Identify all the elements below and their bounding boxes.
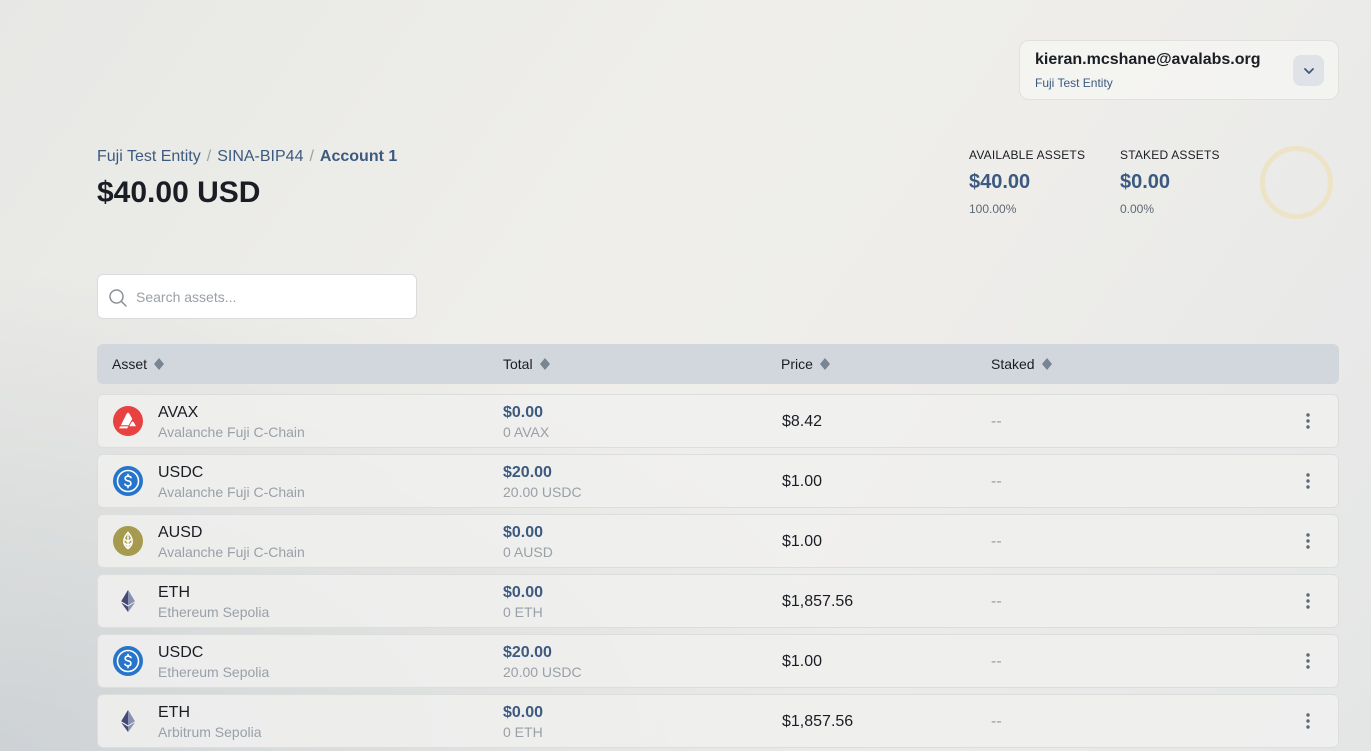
more-vertical-icon: [1306, 533, 1310, 549]
asset-price: $1.00: [782, 473, 823, 490]
column-header-staked[interactable]: Staked: [991, 356, 1052, 372]
total-usd: $0.00: [503, 524, 544, 541]
donut-available-arc: [1260, 146, 1333, 219]
row-menu-button[interactable]: [1298, 709, 1318, 733]
asset-name: AUSD: [158, 524, 203, 541]
row-menu-button[interactable]: [1298, 649, 1318, 673]
total-amount: 0 ETH: [503, 724, 543, 740]
user-menu-toggle-button[interactable]: [1293, 55, 1324, 86]
available-assets-stat: AVAILABLE ASSETS $40.00 100.00%: [969, 148, 1085, 216]
staked-assets-value: $0.00: [1120, 171, 1171, 193]
column-header-asset[interactable]: Asset: [112, 356, 165, 372]
total-usd: $0.00: [503, 404, 544, 421]
sort-icon: [1041, 358, 1052, 370]
asset-chain: Avalanche Fuji C-Chain: [158, 544, 305, 560]
asset-price: $8.42: [782, 413, 823, 430]
total-amount: 20.00 USDC: [503, 664, 582, 680]
account-balance: $40.00 USD: [97, 176, 261, 209]
search-input[interactable]: [136, 285, 406, 309]
asset-name: ETH: [158, 704, 190, 721]
breadcrumb-account: Account 1: [319, 148, 398, 165]
total-amount: 0 AVAX: [503, 424, 550, 440]
asset-name: USDC: [158, 644, 204, 661]
total-usd: $20.00: [503, 464, 552, 481]
search-box: [97, 274, 417, 319]
assets-donut-chart: [1260, 146, 1333, 219]
user-menu[interactable]: kieran.mcshane@avalabs.org Fuji Test Ent…: [1019, 40, 1339, 100]
staked-amount: --: [991, 473, 1002, 490]
eth-icon: [121, 710, 135, 732]
total-usd: $20.00: [503, 644, 552, 661]
sort-icon: [154, 358, 165, 370]
assets-table-header: Asset Total Price Staked: [97, 344, 1339, 384]
more-vertical-icon: [1306, 413, 1310, 429]
row-menu-button[interactable]: [1298, 469, 1318, 493]
column-header-label: Asset: [112, 356, 148, 372]
staked-assets-percent: 0.00%: [1120, 202, 1155, 216]
row-menu-button[interactable]: [1298, 409, 1318, 433]
total-usd: $0.00: [503, 704, 544, 721]
table-row[interactable]: USDC Ethereum Sepolia $20.00 20.00 USDC …: [97, 634, 1339, 688]
table-row[interactable]: USDC Avalanche Fuji C-Chain $20.00 20.00…: [97, 454, 1339, 508]
staked-amount: --: [991, 593, 1002, 610]
sort-icon: [819, 358, 830, 370]
asset-price: $1,857.56: [782, 593, 854, 610]
breadcrumb-entity[interactable]: Fuji Test Entity: [97, 148, 201, 165]
column-header-price[interactable]: Price: [781, 356, 830, 372]
usdc-icon: [113, 646, 143, 676]
eth-icon: [121, 590, 135, 612]
chevron-down-icon: [1303, 67, 1314, 74]
staked-assets-stat: STAKED ASSETS $0.00 0.00%: [1120, 148, 1220, 216]
avax-icon: [113, 406, 143, 436]
asset-chain: Ethereum Sepolia: [158, 664, 270, 680]
breadcrumb: Fuji Test Entity / SINA-BIP44 / Account 1: [97, 148, 397, 166]
more-vertical-icon: [1306, 593, 1310, 609]
asset-price: $1.00: [782, 533, 823, 550]
column-header-label: Total: [503, 356, 533, 372]
staked-amount: --: [991, 413, 1002, 430]
user-entity: Fuji Test Entity: [1035, 76, 1113, 90]
available-assets-value: $40.00: [969, 171, 1031, 193]
asset-price: $1,857.56: [782, 713, 854, 730]
column-header-total[interactable]: Total: [503, 356, 550, 372]
total-amount: 0 ETH: [503, 604, 543, 620]
asset-chain: Avalanche Fuji C-Chain: [158, 484, 305, 500]
asset-name: USDC: [158, 464, 204, 481]
table-row[interactable]: ETH Arbitrum Sepolia $0.00 0 ETH $1,857.…: [97, 694, 1339, 748]
total-amount: 20.00 USDC: [503, 484, 582, 500]
table-row[interactable]: ETH Ethereum Sepolia $0.00 0 ETH $1,857.…: [97, 574, 1339, 628]
more-vertical-icon: [1306, 713, 1310, 729]
user-email: kieran.mcshane@avalabs.org: [1035, 51, 1261, 68]
asset-price: $1.00: [782, 653, 823, 670]
breadcrumb-separator: /: [309, 148, 314, 165]
search-icon: [109, 289, 127, 307]
breadcrumb-wallet[interactable]: SINA-BIP44: [217, 148, 303, 165]
staked-assets-label: STAKED ASSETS: [1120, 148, 1220, 162]
breadcrumb-separator: /: [206, 148, 212, 165]
asset-chain: Avalanche Fuji C-Chain: [158, 424, 305, 440]
total-usd: $0.00: [503, 584, 544, 601]
column-header-label: Price: [781, 356, 813, 372]
column-header-label: Staked: [991, 356, 1035, 372]
table-row[interactable]: AVAX Avalanche Fuji C-Chain $0.00 0 AVAX…: [97, 394, 1339, 448]
staked-amount: --: [991, 533, 1002, 550]
available-assets-percent: 100.00%: [969, 202, 1017, 216]
row-menu-button[interactable]: [1298, 529, 1318, 553]
asset-name: ETH: [158, 584, 190, 601]
table-row[interactable]: AUSD Avalanche Fuji C-Chain $0.00 0 AUSD…: [97, 514, 1339, 568]
more-vertical-icon: [1306, 653, 1310, 669]
available-assets-label: AVAILABLE ASSETS: [969, 148, 1086, 162]
asset-chain: Ethereum Sepolia: [158, 604, 270, 620]
more-vertical-icon: [1306, 473, 1310, 489]
asset-chain: Arbitrum Sepolia: [158, 724, 262, 740]
total-amount: 0 AUSD: [503, 544, 553, 560]
ausd-icon: [113, 526, 143, 556]
staked-amount: --: [991, 713, 1002, 730]
staked-amount: --: [991, 653, 1002, 670]
row-menu-button[interactable]: [1298, 589, 1318, 613]
usdc-icon: [113, 466, 143, 496]
asset-name: AVAX: [158, 404, 199, 421]
sort-icon: [539, 358, 550, 370]
